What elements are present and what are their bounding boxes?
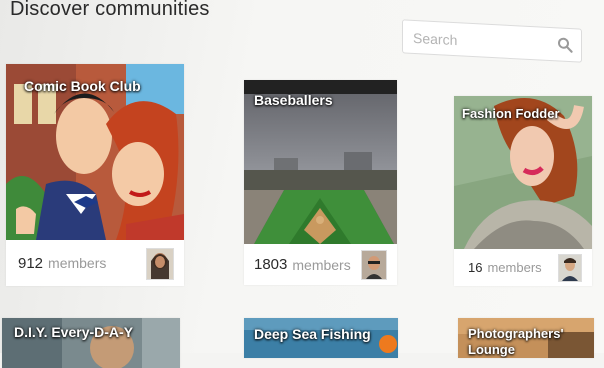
community-name: Deep Sea Fishing — [254, 326, 371, 342]
community-name: Baseballers — [254, 92, 333, 108]
members-label: members — [292, 256, 351, 273]
avatar[interactable] — [558, 254, 582, 282]
community-cover-image[interactable]: Deep Sea Fishing — [244, 318, 398, 358]
community-card-comic-book-club[interactable]: Comic Book Club 912 members — [6, 64, 184, 286]
member-count: 1803 — [254, 256, 288, 273]
search-box[interactable] — [402, 19, 582, 63]
community-cover-image[interactable]: Baseballers — [244, 80, 397, 244]
community-cover-image[interactable]: Fashion Fodder — [454, 96, 592, 249]
community-cover-image[interactable]: Comic Book Club — [6, 64, 184, 240]
members-label: members — [48, 255, 107, 271]
community-cover-image[interactable]: Photographers' Lounge — [458, 318, 594, 358]
search-icon[interactable] — [557, 36, 573, 53]
member-count: 912 — [18, 254, 44, 272]
discover-page: Discover communities Search Comic Book C… — [0, 0, 604, 368]
page-title: Discover communities — [10, 0, 210, 20]
avatar[interactable] — [146, 248, 174, 280]
community-name: Comic Book Club — [24, 78, 141, 94]
community-name: D.I.Y. Every-D-A-Y — [14, 324, 134, 340]
community-card-fashion-fodder[interactable]: Fashion Fodder 16 members — [454, 96, 592, 286]
community-name: Fashion Fodder — [462, 106, 560, 121]
avatar[interactable] — [361, 250, 387, 280]
members-label: members — [487, 260, 542, 275]
community-name: Photographers' Lounge — [468, 326, 564, 357]
community-card-deep-sea-fishing[interactable]: Deep Sea Fishing — [244, 318, 398, 358]
community-card-photographers-lounge[interactable]: Photographers' Lounge — [458, 318, 594, 358]
community-card-diy[interactable]: D.I.Y. Every-D-A-Y — [2, 318, 180, 368]
search-input[interactable] — [411, 26, 545, 56]
community-card-baseballers[interactable]: Baseballers 1803 members — [244, 80, 397, 285]
member-count: 16 — [468, 260, 483, 275]
community-cover-image[interactable]: D.I.Y. Every-D-A-Y — [2, 318, 180, 368]
